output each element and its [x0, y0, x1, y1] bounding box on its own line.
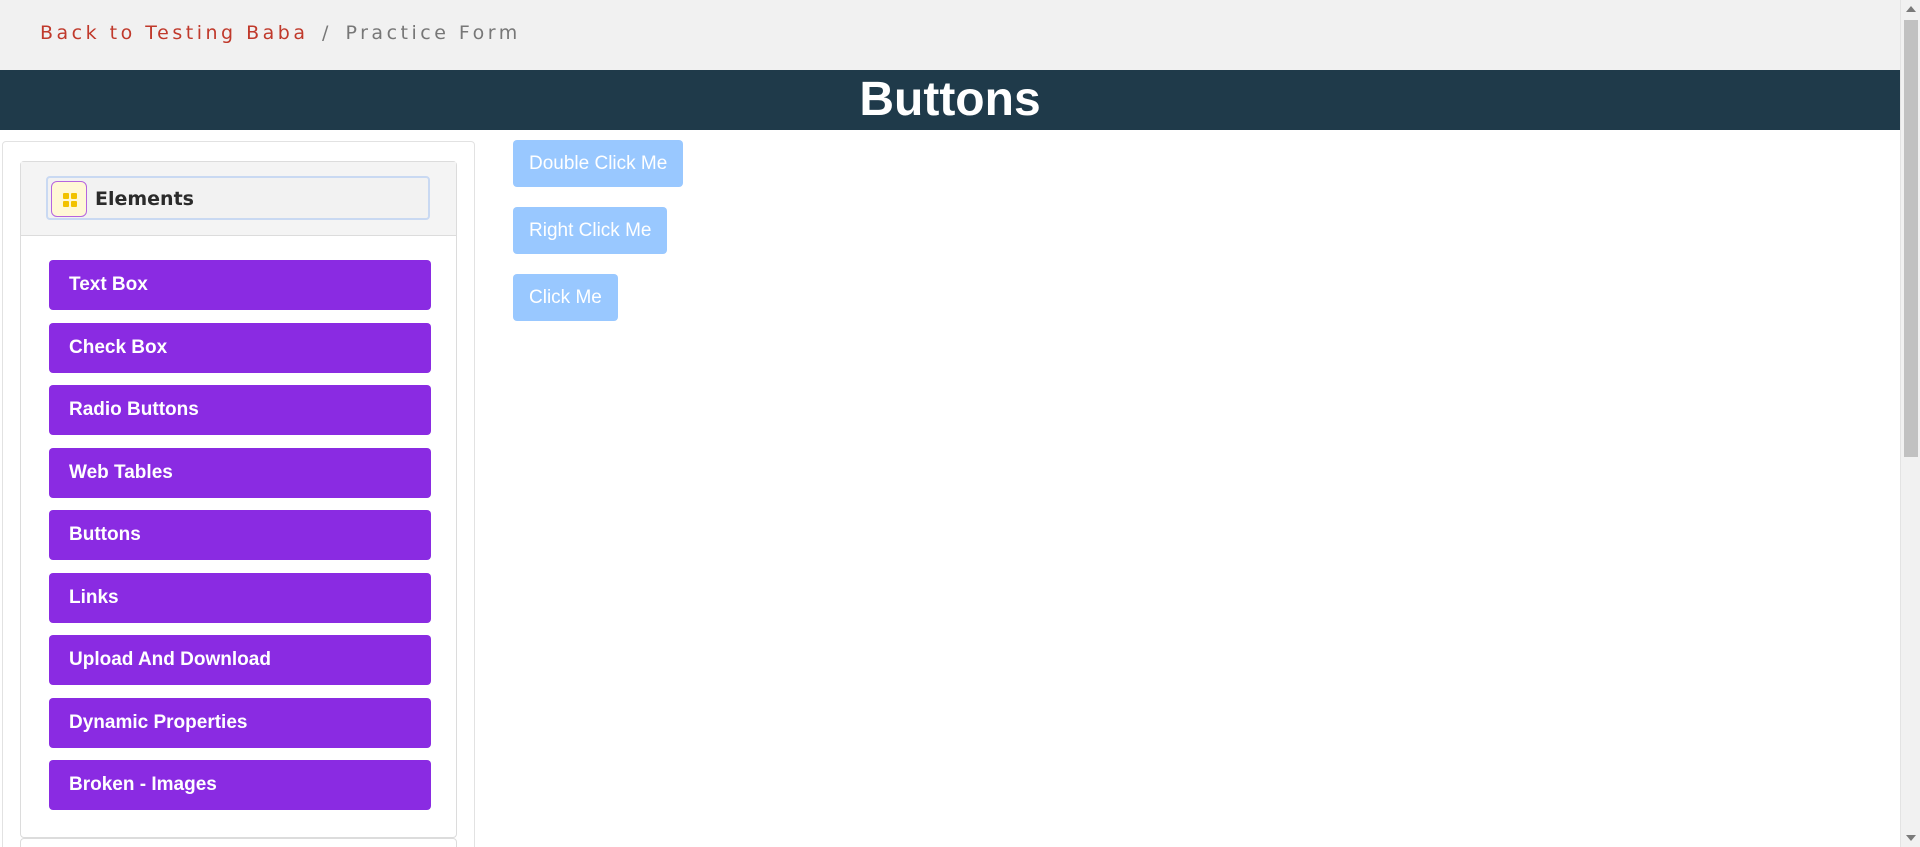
click-me-button[interactable]: Click Me — [513, 274, 618, 321]
breadcrumb-current: Practice Form — [345, 22, 521, 44]
sidebar-item-dynamic-properties[interactable]: Dynamic Properties — [49, 698, 431, 748]
next-group-collapsed[interactable] — [20, 838, 457, 847]
right-click-button[interactable]: Right Click Me — [513, 207, 668, 254]
sidebar-item-links[interactable]: Links — [49, 573, 431, 623]
back-to-testing-baba-link[interactable]: Back to Testing Baba — [40, 22, 309, 44]
scroll-up-icon[interactable] — [1906, 6, 1916, 12]
scroll-down-icon[interactable] — [1906, 835, 1916, 841]
elements-group-title: Elements — [95, 188, 194, 210]
vertical-scrollbar[interactable] — [1900, 0, 1920, 847]
sidebar-item-radio-buttons[interactable]: Radio Buttons — [49, 385, 431, 435]
sidebar-item-check-box[interactable]: Check Box — [49, 323, 431, 373]
grid-icon — [51, 181, 87, 217]
breadcrumb-separator: / — [322, 22, 332, 44]
elements-group-header: Elements — [21, 162, 456, 236]
scrollbar-thumb[interactable] — [1904, 20, 1918, 457]
sidebar-item-text-box[interactable]: Text Box — [49, 260, 431, 310]
breadcrumb-bar: Back to Testing Baba / Practice Form — [0, 0, 1900, 70]
sidebar-item-buttons[interactable]: Buttons — [49, 510, 431, 560]
page: Back to Testing Baba / Practice Form But… — [0, 0, 1900, 847]
sidebar: Elements Text Box Check Box Radio Button… — [2, 141, 475, 847]
elements-group-toggle[interactable]: Elements — [46, 176, 430, 220]
double-click-button[interactable]: Double Click Me — [513, 140, 684, 187]
sidebar-item-upload-and-download[interactable]: Upload And Download — [49, 635, 431, 685]
page-header: Buttons — [0, 70, 1900, 130]
sidebar-item-web-tables[interactable]: Web Tables — [49, 448, 431, 498]
page-title: Buttons — [859, 73, 1041, 126]
sidebar-item-broken-images[interactable]: Broken - Images — [49, 760, 431, 810]
breadcrumb: Back to Testing Baba / Practice Form — [40, 22, 521, 44]
elements-group: Elements Text Box Check Box Radio Button… — [20, 161, 457, 838]
